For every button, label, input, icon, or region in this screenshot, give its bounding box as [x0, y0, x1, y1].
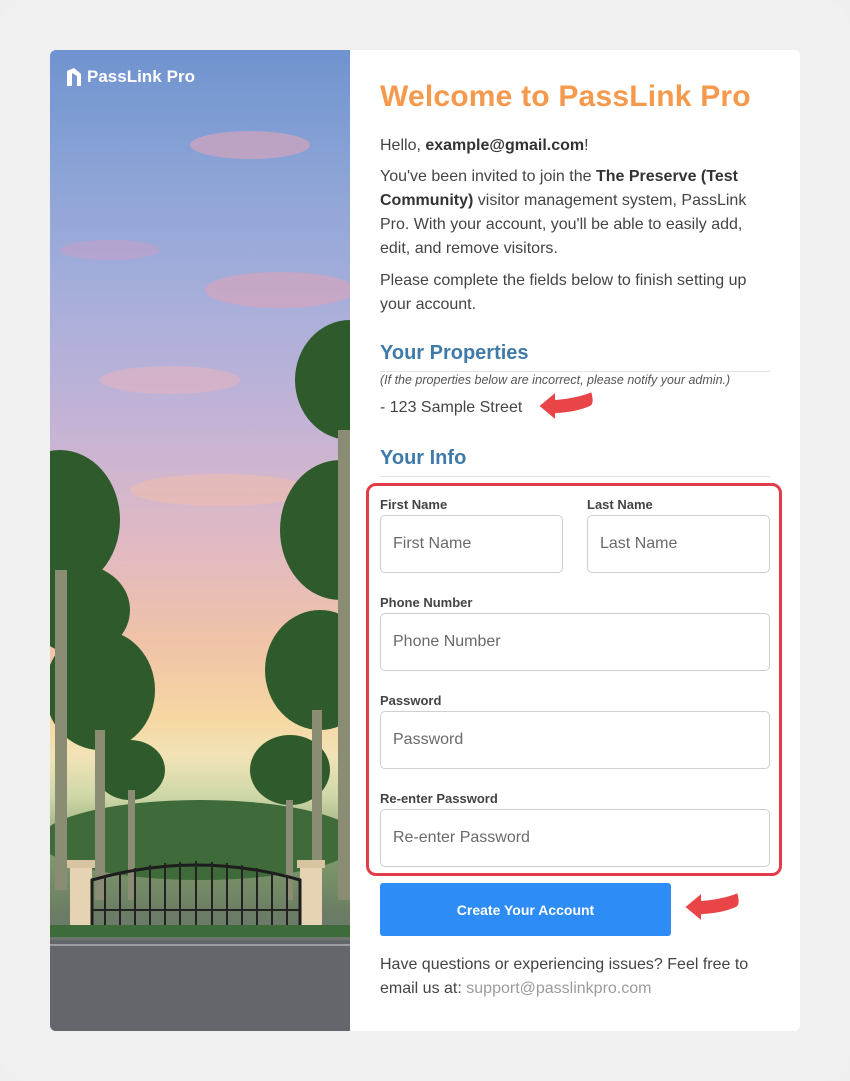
hero-image: PassLink Pro	[50, 50, 350, 1031]
create-account-button[interactable]: Create Your Account	[380, 883, 671, 936]
info-heading: Your Info	[380, 447, 770, 477]
palm-gate-illustration	[50, 131, 350, 1031]
brand-suffix: Pro	[166, 67, 195, 86]
annotation-highlight-box	[366, 483, 782, 876]
support-text: Have questions or experiencing issues? F…	[380, 956, 749, 997]
instructions-text: Please complete the fields below to fini…	[380, 272, 747, 313]
page-title: Welcome to PassLink Pro	[380, 80, 751, 113]
brand-logo: PassLink Pro	[66, 67, 195, 87]
greeting-text: Hello, example@gmail.com!	[380, 137, 589, 154]
annotation-arrow-icon	[537, 390, 595, 422]
signup-card: PassLink Pro Welcome to PassLink Pro Hel…	[50, 50, 800, 1031]
support-email-link[interactable]: support@passlinkpro.com	[466, 980, 651, 997]
properties-heading: Your Properties	[380, 342, 770, 372]
brand-name: PassLink	[87, 67, 162, 86]
passlink-logo-icon	[67, 68, 81, 86]
screenshot-frame: PassLink Pro Welcome to PassLink Pro Hel…	[0, 0, 850, 1081]
invite-text: You've been invited to join the The Pres…	[380, 168, 747, 257]
property-item: - 123 Sample Street	[380, 399, 523, 416]
user-email: example@gmail.com	[425, 137, 585, 154]
annotation-arrow-icon	[683, 891, 741, 923]
